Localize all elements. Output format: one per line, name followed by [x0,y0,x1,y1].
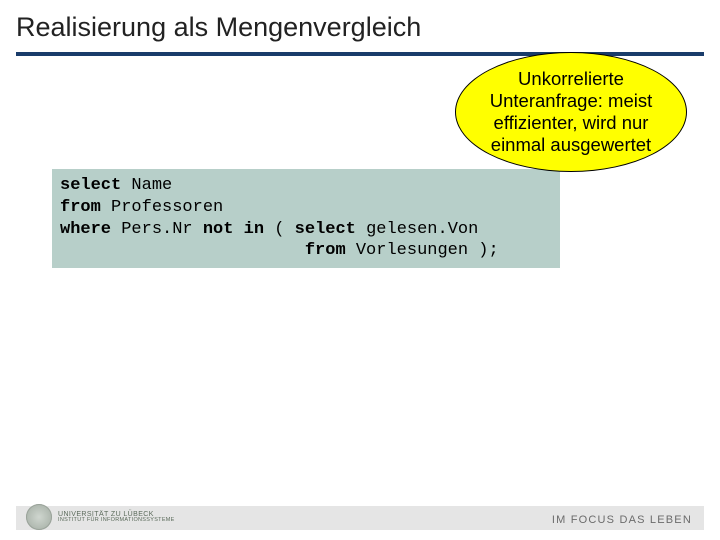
keyword-from: from [60,198,101,217]
callout-text: Unkorrelierte Unteranfrage: meist effizi… [470,68,672,155]
footer-slogan: IM FOCUS DAS LEBEN [552,514,692,526]
code-text: Professoren [101,198,223,217]
keyword-not-in: not in [203,220,264,239]
code-text: Name [121,176,172,195]
institute-name: INSTITUT FÜR INFORMATIONSSYSTEME [58,518,175,524]
callout-bubble: Unkorrelierte Unteranfrage: meist effizi… [455,52,687,206]
code-indent [60,241,305,260]
keyword-where: where [60,220,111,239]
code-text: gelesen.Von [356,220,478,239]
slide-title: Realisierung als Mengenvergleich [16,12,421,43]
university-text: UNIVERSITÄT ZU LÜBECK INSTITUT FÜR INFOR… [58,511,175,524]
keyword-from-inner: from [305,241,346,260]
callout-ellipse: Unkorrelierte Unteranfrage: meist effizi… [455,52,687,172]
code-text: Pers.Nr [111,220,203,239]
code-text: ( [264,220,295,239]
code-text: Vorlesungen ); [346,241,499,260]
keyword-select: select [60,176,121,195]
university-seal-icon [26,504,52,530]
footer-left: UNIVERSITÄT ZU LÜBECK INSTITUT FÜR INFOR… [26,504,175,530]
keyword-select-inner: select [295,220,356,239]
slide: Realisierung als Mengenvergleich select … [0,0,720,540]
